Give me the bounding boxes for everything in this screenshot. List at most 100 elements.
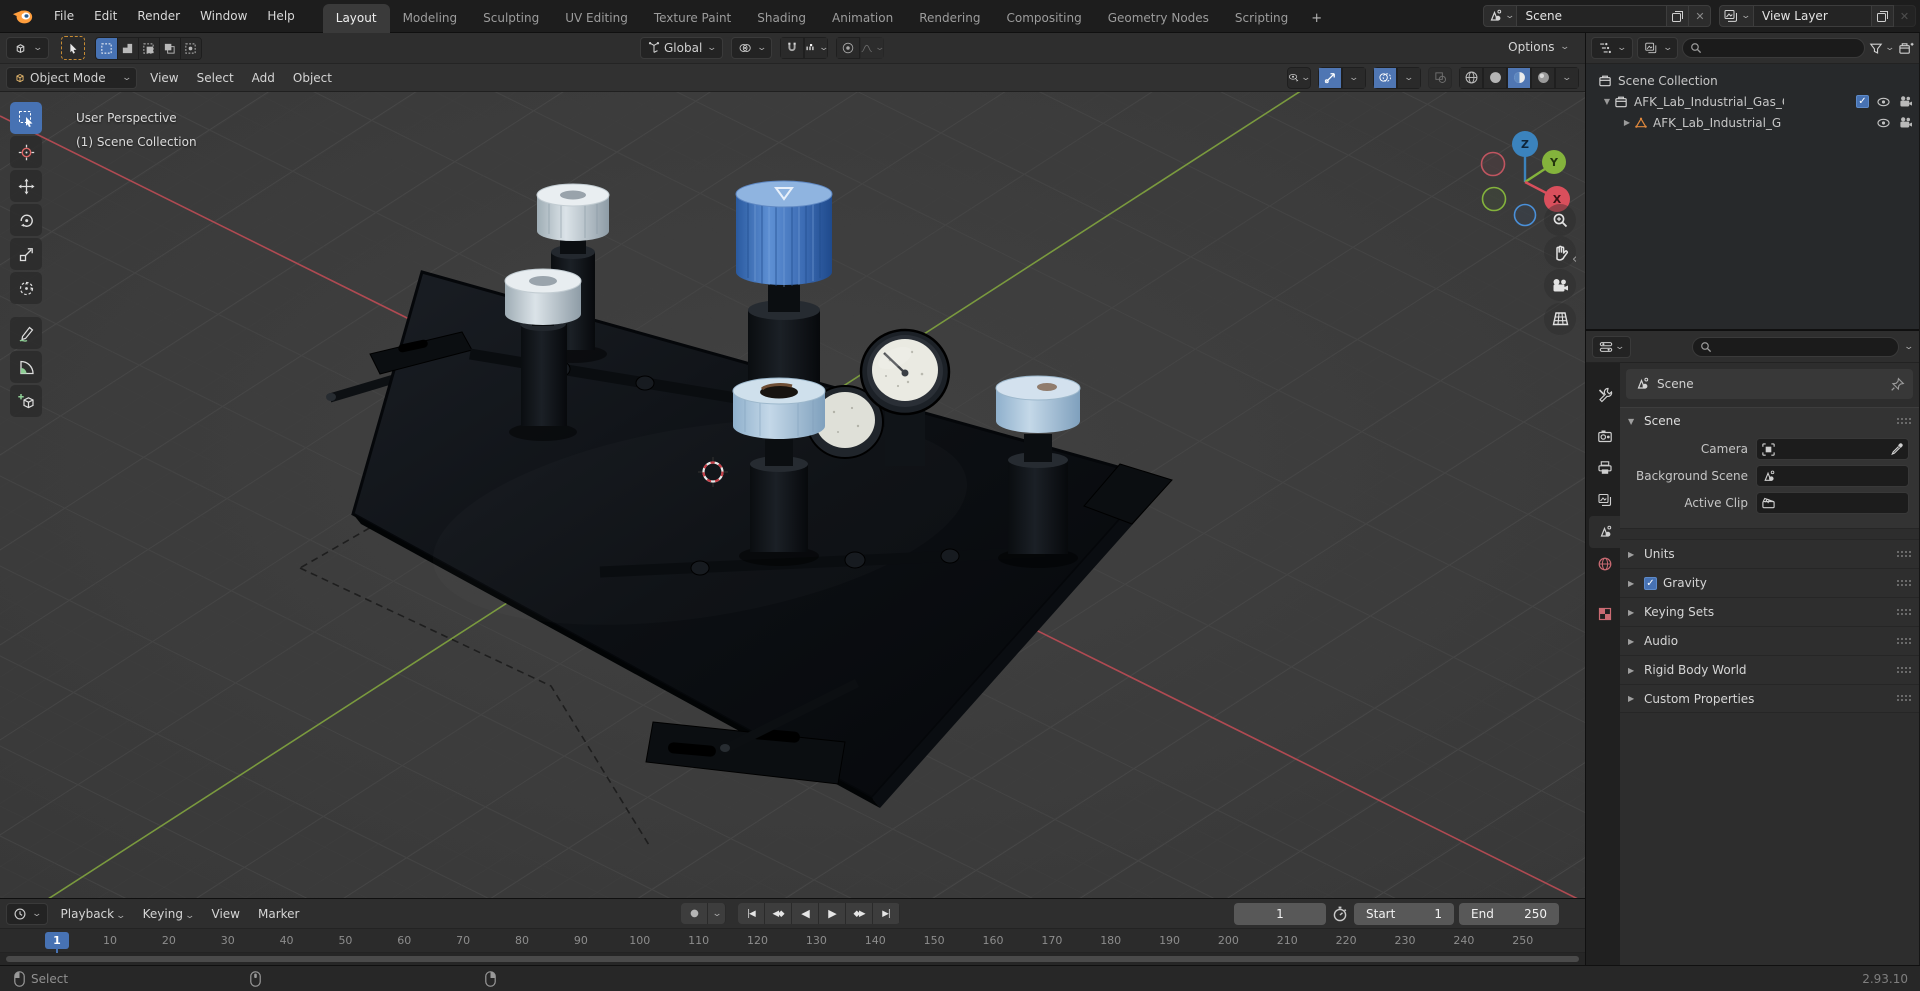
active-clip-field[interactable] [1756, 492, 1909, 514]
outliner-search-input[interactable] [1682, 38, 1866, 58]
properties-tab-output[interactable] [1589, 452, 1620, 484]
add-cube-tool-button[interactable] [10, 385, 42, 417]
view-layer-name-field[interactable]: View Layer [1754, 5, 1872, 27]
timeline-menu-keying[interactable]: Keying⌄ [134, 903, 203, 925]
chevron-down-icon[interactable]: ⌄ [1904, 342, 1915, 352]
viewport-menu-select[interactable]: Select [188, 67, 243, 89]
outliner-row-gas-object[interactable]: ▶ AFK_Lab_Industrial_Gas_ [1586, 112, 1919, 133]
scale-tool-button[interactable] [10, 238, 42, 270]
next-keyframe-button[interactable]: ◆▶ [846, 903, 873, 924]
timeline-scrollbar[interactable] [0, 953, 1585, 965]
editor-type-button-outliner[interactable]: ⌄ [1591, 37, 1633, 59]
eyedropper-icon[interactable] [1890, 442, 1904, 456]
overlays-toggle[interactable] [1373, 66, 1397, 89]
new-collection-button[interactable] [1898, 41, 1914, 56]
new-view-layer-button[interactable] [1872, 5, 1894, 27]
workspace-tab-compositing[interactable]: Compositing [993, 4, 1094, 33]
shading-rendered-button[interactable] [1531, 66, 1555, 89]
camera-view-icon[interactable] [1544, 269, 1576, 301]
frame-start-field[interactable]: Start 1 [1354, 903, 1454, 925]
ortho-grid-icon[interactable] [1544, 303, 1576, 335]
menu-edit[interactable]: Edit [84, 5, 127, 27]
viewport-menu-object[interactable]: Object [284, 67, 341, 89]
shading-wireframe-button[interactable] [1459, 66, 1483, 89]
zoom-icon[interactable] [1544, 204, 1576, 236]
workspace-tab-modeling[interactable]: Modeling [390, 4, 471, 33]
select-box-tool-button[interactable] [10, 102, 42, 134]
collection-checkbox[interactable]: ✓ [1856, 95, 1869, 108]
view-layer-icon[interactable]: ⌄ [1719, 5, 1754, 27]
workspace-tab-sculpting[interactable]: Sculpting [470, 4, 552, 33]
panel-drag-handle[interactable] [1896, 578, 1911, 588]
workspace-tab-rendering[interactable]: Rendering [906, 4, 993, 33]
timeline-menu-marker[interactable]: Marker [249, 903, 308, 925]
expand-arrow-icon[interactable]: ▶ [1620, 118, 1634, 127]
playhead[interactable]: 1 [45, 932, 69, 949]
select-mode-set[interactable] [95, 37, 117, 59]
properties-tab-tool[interactable] [1589, 379, 1620, 411]
panel-drag-handle[interactable] [1896, 549, 1911, 559]
workspace-tab-animation[interactable]: Animation [819, 4, 906, 33]
cursor-tool-button[interactable] [10, 136, 42, 168]
outliner-filter-dropdown[interactable]: ⌄ [1869, 42, 1896, 55]
properties-tab-texture[interactable] [1589, 598, 1620, 630]
workspace-tab-shading[interactable]: Shading [744, 4, 819, 33]
new-scene-button[interactable] [1667, 5, 1690, 27]
scene-panel-header[interactable]: ▼ Scene [1620, 408, 1919, 434]
scene-name-field[interactable]: Scene [1517, 5, 1668, 27]
workspace-tab-uv-editing[interactable]: UV Editing [552, 4, 641, 33]
snap-toggle[interactable] [780, 37, 805, 59]
add-workspace-button[interactable]: + [1301, 6, 1332, 33]
panel-drag-handle[interactable] [1896, 607, 1911, 617]
keying-dropdown[interactable]: ⌄ [708, 903, 726, 924]
options-dropdown[interactable]: Options ⌄ [1500, 37, 1577, 57]
viewport-canvas[interactable]: User Perspective (1) Scene Collection Z … [0, 92, 1585, 898]
workspace-tab-geometry-nodes[interactable]: Geometry Nodes [1095, 4, 1222, 33]
properties-tab-view-layer[interactable] [1589, 484, 1620, 516]
panel-drag-handle[interactable] [1896, 636, 1911, 646]
overlays-dropdown[interactable]: ⌄ [1397, 66, 1421, 89]
viewport-menu-add[interactable]: Add [243, 67, 284, 89]
menu-file[interactable]: File [44, 5, 84, 27]
outliner-row-gas-container-collection[interactable]: ▼ AFK_Lab_Industrial_Gas_Cont ✓ [1586, 91, 1919, 112]
camera-icon[interactable] [1898, 95, 1913, 108]
transform-tool-button[interactable] [10, 272, 42, 304]
visibility-dropdown[interactable]: ⌄ [1287, 66, 1311, 89]
eye-icon[interactable] [1876, 96, 1891, 108]
shading-solid-button[interactable] [1483, 66, 1507, 89]
menu-window[interactable]: Window [190, 5, 257, 27]
workspace-tab-layout[interactable]: Layout [322, 3, 390, 33]
outliner-display-mode-dropdown[interactable]: ⌄ [1636, 37, 1679, 59]
eye-icon[interactable] [1876, 117, 1891, 129]
select-mode-intersect[interactable] [179, 37, 201, 59]
workspace-tab-texture-paint[interactable]: Texture Paint [641, 4, 744, 33]
transform-orientation-dropdown[interactable]: Global ⌄ [640, 37, 723, 59]
timeline-menu-playback[interactable]: Playback⌄ [52, 903, 134, 925]
active-tool-indicator[interactable] [60, 36, 85, 60]
remove-view-layer-button[interactable]: ✕ [1894, 5, 1916, 27]
workspace-tab-scripting[interactable]: Scripting [1222, 4, 1301, 33]
panel-custom-properties[interactable]: ▶ Custom Properties [1620, 684, 1919, 713]
pivot-point-dropdown[interactable]: ⌄ [730, 37, 773, 59]
properties-tab-render[interactable] [1589, 420, 1620, 452]
mode-dropdown[interactable]: Object Mode ⌄ [6, 66, 138, 89]
current-frame-field[interactable]: 1 [1234, 903, 1326, 925]
proportional-editing-toggle[interactable] [836, 37, 861, 59]
panel-drag-handle[interactable] [1896, 665, 1911, 675]
select-mode-subtract[interactable] [137, 37, 159, 59]
play-button[interactable]: ▶ [819, 903, 846, 924]
expand-arrow-icon[interactable]: ▼ [1600, 97, 1614, 106]
rotate-tool-button[interactable] [10, 204, 42, 236]
editor-type-button-viewport[interactable]: ⌄ [6, 37, 49, 59]
panel-drag-handle[interactable] [1896, 416, 1911, 426]
shading-dropdown[interactable]: ⌄ [1555, 66, 1579, 89]
select-mode-extend[interactable] [116, 37, 138, 59]
background-scene-field[interactable] [1756, 465, 1909, 487]
jump-end-button[interactable]: ▶| [873, 903, 900, 924]
unlink-scene-button[interactable]: ✕ [1689, 5, 1712, 27]
panel-keying-sets[interactable]: ▶ Keying Sets [1620, 597, 1919, 626]
annotate-tool-button[interactable] [10, 317, 42, 349]
sidebar-collapse-icon[interactable]: ‹ [1572, 252, 1577, 267]
properties-tab-world[interactable] [1589, 548, 1620, 580]
editor-type-button-properties[interactable]: ⌄ [1592, 335, 1631, 358]
